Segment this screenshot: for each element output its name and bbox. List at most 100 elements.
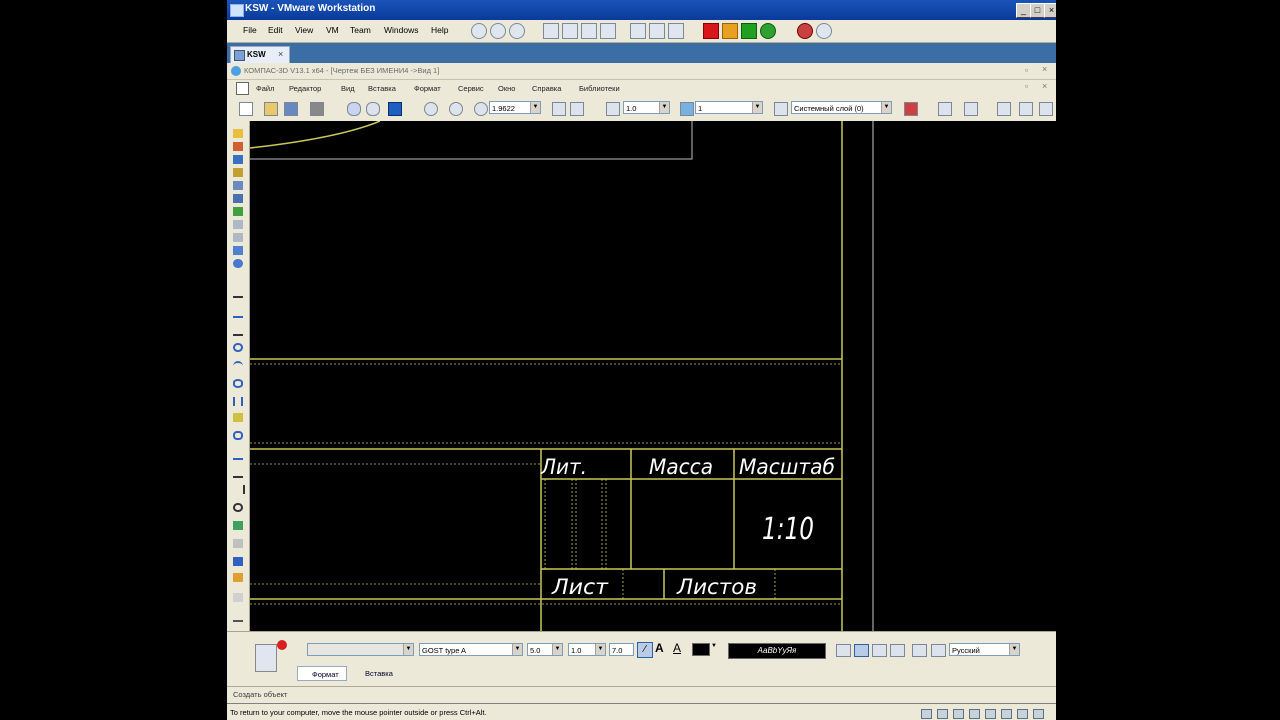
align-right-icon[interactable] xyxy=(872,644,887,657)
tab-format[interactable]: Формат xyxy=(297,666,347,681)
hatch-icon[interactable] xyxy=(233,539,243,548)
tab-close-icon[interactable]: × xyxy=(278,49,283,59)
close-button[interactable]: × xyxy=(1044,3,1056,18)
layer-number-combo[interactable]: 1 ▼ xyxy=(695,101,763,114)
language-combo[interactable]: Русский ▼ xyxy=(949,643,1020,656)
scroll-down-icon[interactable] xyxy=(233,611,243,622)
menu-format[interactable]: Формат xyxy=(414,84,441,93)
spellcheck-icon[interactable] xyxy=(931,644,946,657)
power-off-icon[interactable] xyxy=(703,23,719,39)
snapshot-manager-icon[interactable] xyxy=(509,23,525,39)
orthogonal-icon[interactable] xyxy=(938,102,952,116)
bezier-icon[interactable] xyxy=(233,449,243,460)
zoom-out-icon[interactable] xyxy=(449,102,463,116)
auxiliary-line-icon[interactable] xyxy=(233,307,243,318)
sidebar-icon[interactable] xyxy=(630,23,646,39)
spline-icon[interactable] xyxy=(233,397,243,406)
menu-okno[interactable]: Окно xyxy=(498,84,515,93)
raster-icon[interactable] xyxy=(233,593,243,602)
tabs-icon[interactable] xyxy=(668,23,684,39)
color-dropdown-arrow-icon[interactable]: ▼ xyxy=(711,643,717,649)
sound-icon[interactable] xyxy=(1001,709,1012,719)
language-arrow-icon[interactable]: ▼ xyxy=(1009,644,1019,655)
menu-edit[interactable]: Edit xyxy=(268,25,283,35)
thumbnail-icon[interactable] xyxy=(649,23,665,39)
console-view-icon[interactable] xyxy=(600,23,616,39)
refresh-icon[interactable] xyxy=(570,102,584,116)
menu-fail[interactable]: Файл xyxy=(256,84,274,93)
bold-toggle-icon[interactable]: A xyxy=(655,641,664,655)
snapshot-icon[interactable] xyxy=(471,23,487,39)
magnet-icon[interactable] xyxy=(904,102,918,116)
maximize-button[interactable]: □ xyxy=(1030,3,1045,18)
underline-toggle-icon[interactable]: A xyxy=(673,641,681,655)
usb-icon[interactable] xyxy=(985,709,996,719)
spec-icon[interactable] xyxy=(233,233,243,242)
reset-icon[interactable] xyxy=(760,23,776,39)
italic-toggle-icon[interactable]: ⁄ xyxy=(637,642,653,658)
network-icon[interactable] xyxy=(969,709,980,719)
point-icon[interactable] xyxy=(233,287,243,298)
round-icon[interactable] xyxy=(1019,102,1033,116)
layers-icon[interactable] xyxy=(774,102,788,116)
settings-icon[interactable] xyxy=(816,23,832,39)
stop-icon[interactable] xyxy=(277,640,287,650)
menu-biblioteki[interactable]: Библиотеки xyxy=(579,84,620,93)
menu-servis[interactable]: Сервис xyxy=(458,84,484,93)
chamfer-icon[interactable] xyxy=(233,485,245,494)
messages-icon[interactable] xyxy=(1033,709,1044,719)
circle-icon[interactable] xyxy=(233,343,243,352)
step-dropdown-arrow-icon[interactable]: ▼ xyxy=(659,102,669,113)
special-symbol-icon[interactable] xyxy=(912,644,927,657)
insert-icon[interactable] xyxy=(233,259,243,268)
line-spacing-arrow-icon[interactable]: ▼ xyxy=(595,644,605,655)
style-dropdown-arrow-icon[interactable]: ▼ xyxy=(403,644,413,655)
hdd-icon[interactable] xyxy=(921,709,932,719)
grid-icon[interactable] xyxy=(964,102,978,116)
tab-insert[interactable]: Вставка xyxy=(353,666,393,681)
pan-icon[interactable] xyxy=(552,102,566,116)
print-icon[interactable] xyxy=(310,102,324,116)
font-combo[interactable]: GOST type A ▼ xyxy=(419,643,523,656)
measure-icon[interactable] xyxy=(233,194,243,203)
font-size-arrow-icon[interactable]: ▼ xyxy=(552,644,562,655)
grid-snap-icon[interactable] xyxy=(606,102,620,116)
open-icon[interactable] xyxy=(264,102,278,116)
menu-file[interactable]: File xyxy=(243,25,257,35)
style-combo[interactable]: ▼ xyxy=(307,643,414,656)
quick-switch-icon[interactable] xyxy=(562,23,578,39)
minimize-button[interactable]: _ xyxy=(1016,3,1031,18)
text-icon[interactable] xyxy=(233,557,243,566)
geometry-icon[interactable] xyxy=(233,129,243,138)
doc-restore-icon[interactable]: ▫ xyxy=(1025,81,1028,91)
edit-icon[interactable] xyxy=(233,168,243,177)
contour-icon[interactable] xyxy=(233,431,243,440)
redo-icon[interactable] xyxy=(366,102,380,116)
menu-vstavka[interactable]: Вставка xyxy=(368,84,396,93)
zoom-frame-icon[interactable] xyxy=(474,102,488,116)
align-justify-icon[interactable] xyxy=(890,644,905,657)
zoom-in-icon[interactable] xyxy=(424,102,438,116)
zoom-combo[interactable]: 1.9622 ▼ xyxy=(489,101,541,114)
font-size-combo[interactable]: 5.0 ▼ xyxy=(527,643,563,656)
step-combo[interactable]: 1.0 ▼ xyxy=(623,101,670,114)
font-dropdown-arrow-icon[interactable]: ▼ xyxy=(512,644,522,655)
menu-vid[interactable]: Вид xyxy=(341,84,355,93)
summary-view-icon[interactable] xyxy=(581,23,597,39)
dimensions-icon[interactable] xyxy=(233,142,243,151)
associative-view-icon[interactable] xyxy=(233,220,243,229)
more-icon[interactable] xyxy=(1039,102,1053,116)
new-document-icon[interactable] xyxy=(239,102,253,116)
tab-ksw[interactable]: KSW × xyxy=(230,46,290,64)
layer-name-arrow-icon[interactable]: ▼ xyxy=(881,102,891,113)
save-icon[interactable] xyxy=(284,102,298,116)
doc-close-icon[interactable]: × xyxy=(1042,81,1047,91)
menu-vm[interactable]: VM xyxy=(326,25,339,35)
undo-icon[interactable] xyxy=(347,102,361,116)
drawing-canvas[interactable]: Лит. Масса Масштаб 1:10 Лист Листов xyxy=(249,120,1056,631)
select-icon[interactable] xyxy=(233,207,243,216)
menu-team[interactable]: Team xyxy=(350,25,371,35)
layer-name-combo[interactable]: Системный слой (0) ▼ xyxy=(791,101,892,114)
char-width-combo[interactable]: 7.0 xyxy=(609,643,634,656)
parametrization-icon[interactable] xyxy=(233,181,243,190)
